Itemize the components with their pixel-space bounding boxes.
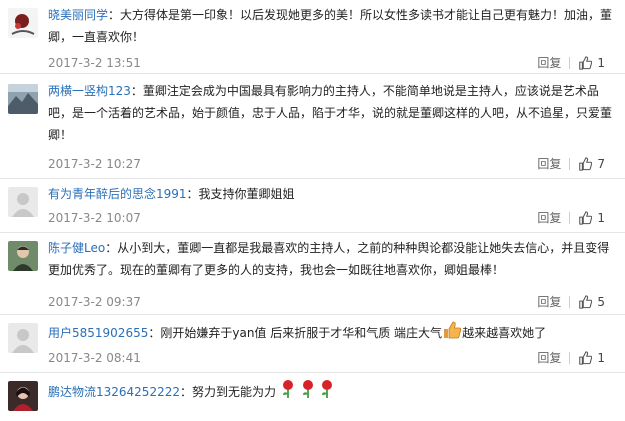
rose-emoji-icon (319, 379, 335, 406)
comment-item: 用户5851902655：刚开始嫌弃于yan值 后来折服于才华和气质 端庄大气 越… (0, 315, 625, 373)
comment-list: 晓美丽同学：大方得体是第一印象！以后发现她更多的美！所以女性多读书才能让自己更有… (0, 0, 625, 421)
divider (569, 296, 571, 308)
comment-text: ：董卿注定会成为中国最具有影响力的主持人，不能简单地说是主持人，应该说是艺术品吧… (48, 84, 613, 142)
timestamp: 2017-3-2 10:27 (48, 157, 141, 171)
divider (569, 158, 571, 170)
like-count: 1 (597, 351, 605, 365)
reply-button[interactable]: 回复 (537, 208, 561, 228)
comment-actions: 回复 5 (537, 292, 605, 312)
like-button[interactable]: 5 (578, 292, 605, 312)
comment-meta: 2017-3-2 10:27 回复 7 (48, 154, 617, 174)
username-link[interactable]: 鹏达物流13264252222 (48, 385, 180, 399)
reply-button[interactable]: 回复 (537, 154, 561, 174)
comment-body: 晓美丽同学：大方得体是第一印象！以后发现她更多的美！所以女性多读书才能让自己更有… (48, 4, 617, 48)
comment-text: ：大方得体是第一印象！以后发现她更多的美！所以女性多读书才能让自己更有魅力！加油… (48, 8, 613, 44)
thumbs-up-icon (579, 295, 593, 309)
comment-text: ：努力到无能为力 (179, 385, 276, 399)
comment-body: 鹏达物流13264252222：努力到无能为力 (48, 379, 617, 406)
thumbs-up-icon (579, 211, 593, 225)
avatar[interactable] (8, 8, 38, 38)
comment-actions: 回复 7 (537, 154, 605, 174)
comment-body: 有为青年醉后的思念1991：我支持你董卿姐姐 (48, 183, 617, 205)
like-button[interactable]: 1 (578, 208, 605, 228)
avatar[interactable] (8, 381, 38, 411)
avatar[interactable] (8, 323, 38, 353)
reply-button[interactable]: 回复 (537, 292, 561, 312)
username-link[interactable]: 晓美丽同学 (48, 8, 108, 22)
thumbs-up-icon (579, 157, 593, 171)
comment-meta: 2017-3-2 13:51 回复 1 (48, 53, 617, 73)
divider (569, 212, 571, 224)
divider (569, 57, 571, 69)
comment-text-continued: 越来越喜欢她了 (462, 326, 547, 340)
comment-text: ：从小到大，董卿一直都是我最喜欢的主持人，之前的种种舆论都没能让她失去信心，并且… (48, 241, 610, 277)
rose-emoji-icon (300, 379, 316, 406)
like-count: 7 (597, 157, 605, 171)
username-link[interactable]: 陈子健Leo (48, 241, 105, 255)
reply-button[interactable]: 回复 (537, 53, 561, 73)
thumbs-up-icon (579, 56, 593, 70)
comment-item: 鹏达物流13264252222：努力到无能为力 (0, 373, 625, 421)
thumbs-up-emoji-icon (442, 321, 462, 346)
like-button[interactable]: 1 (578, 53, 605, 73)
comment-meta: 2017-3-2 08:41 回复 1 (48, 348, 617, 368)
like-button[interactable]: 1 (578, 348, 605, 368)
thumbs-up-icon (579, 351, 593, 365)
timestamp: 2017-3-2 13:51 (48, 56, 141, 70)
comment-meta: 2017-3-2 09:37 回复 5 (48, 292, 617, 312)
username-link[interactable]: 两横一竖构123 (48, 84, 131, 98)
rose-emoji-icon (280, 379, 296, 406)
default-avatar-icon (8, 187, 38, 217)
username-link[interactable]: 有为青年醉后的思念1991 (48, 187, 187, 201)
comment-text: ：我支持你董卿姐姐 (186, 187, 295, 201)
divider (569, 352, 571, 364)
timestamp: 2017-3-2 09:37 (48, 295, 141, 309)
avatar[interactable] (8, 241, 38, 271)
comment-item: 晓美丽同学：大方得体是第一印象！以后发现她更多的美！所以女性多读书才能让自己更有… (0, 0, 625, 74)
username-link[interactable]: 用户5851902655 (48, 326, 148, 340)
avatar[interactable] (8, 187, 38, 217)
comment-item: 陈子健Leo：从小到大，董卿一直都是我最喜欢的主持人，之前的种种舆论都没能让她失… (0, 233, 625, 315)
comment-actions: 回复 1 (537, 348, 605, 368)
comment-body: 陈子健Leo：从小到大，董卿一直都是我最喜欢的主持人，之前的种种舆论都没能让她失… (48, 237, 617, 281)
like-button[interactable]: 7 (578, 154, 605, 174)
timestamp: 2017-3-2 10:07 (48, 211, 141, 225)
avatar[interactable] (8, 84, 38, 114)
like-count: 1 (597, 211, 605, 225)
comment-text: ：刚开始嫌弃于yan值 后来折服于才华和气质 端庄大气 (148, 326, 443, 340)
comment-meta: 2017-3-2 10:07 回复 1 (48, 208, 617, 228)
default-avatar-icon (8, 323, 38, 353)
like-count: 5 (597, 295, 605, 309)
comment-body: 用户5851902655：刚开始嫌弃于yan值 后来折服于才华和气质 端庄大气 越… (48, 321, 617, 346)
comment-item: 有为青年醉后的思念1991：我支持你董卿姐姐 2017-3-2 10:07 回复… (0, 179, 625, 233)
comment-body: 两横一竖构123：董卿注定会成为中国最具有影响力的主持人，不能简单地说是主持人，… (48, 80, 617, 146)
comment-actions: 回复 1 (537, 208, 605, 228)
timestamp: 2017-3-2 08:41 (48, 351, 141, 365)
reply-button[interactable]: 回复 (537, 348, 561, 368)
comment-actions: 回复 1 (537, 53, 605, 73)
comment-item: 两横一竖构123：董卿注定会成为中国最具有影响力的主持人，不能简单地说是主持人，… (0, 74, 625, 179)
like-count: 1 (597, 56, 605, 70)
